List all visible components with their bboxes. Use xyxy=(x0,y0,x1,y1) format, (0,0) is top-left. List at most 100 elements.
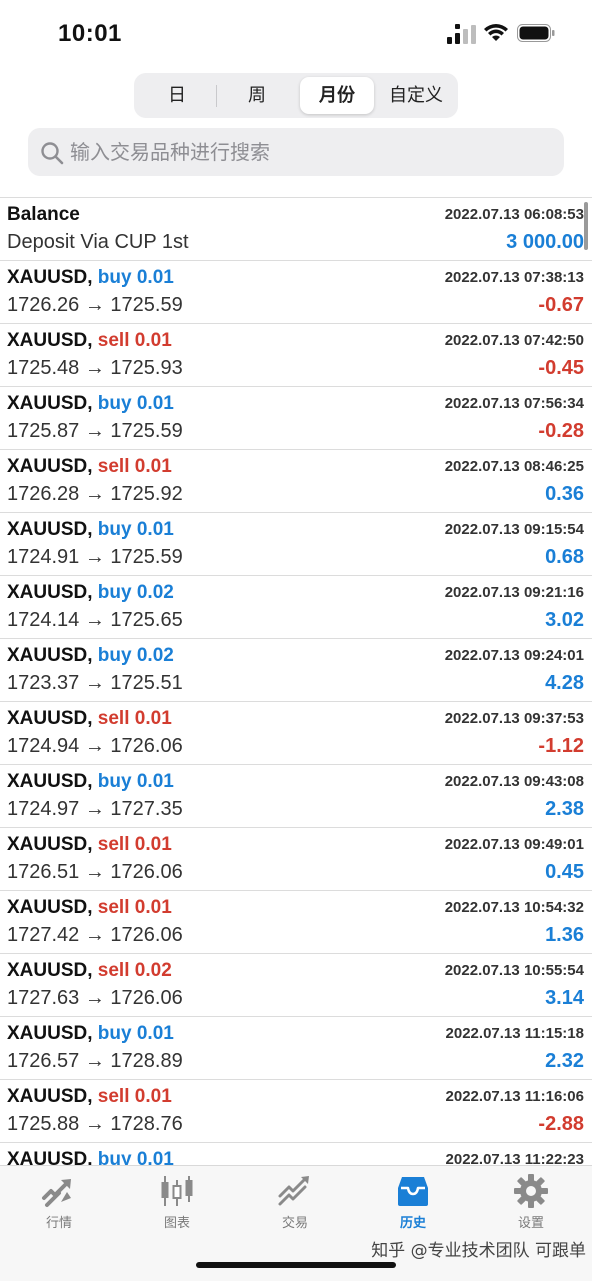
segment-custom[interactable]: 自定义 xyxy=(378,77,454,114)
status-bar: 10:01 xyxy=(0,0,592,66)
trade-prices: 1726.26 → 1725.59 xyxy=(7,294,183,317)
tab-chart[interactable]: 图表 xyxy=(118,1174,236,1234)
open-price: 1723.37 xyxy=(7,672,80,694)
trade-profit: 0.45 xyxy=(545,861,584,883)
trade-symbol: XAUUSD, xyxy=(7,708,93,729)
arrow-icon: → xyxy=(84,735,105,757)
trade-row[interactable]: XAUUSD, sell 0.01 1725.48 → 1725.93 2022.0… xyxy=(0,324,592,387)
trade-row[interactable]: XAUUSD, sell 0.01 1727.42 → 1726.06 2022.0… xyxy=(0,891,592,954)
trade-lots: 0.01 xyxy=(136,393,174,414)
arrow-icon: → xyxy=(84,987,105,1009)
close-price: 1725.59 xyxy=(110,420,183,442)
trade-datetime: 2022.07.13 09:21:16 xyxy=(444,584,584,601)
balance-datetime: 2022.07.13 06:08:53 xyxy=(444,206,584,223)
segment-week[interactable]: 周 xyxy=(217,77,297,114)
scrollbar[interactable] xyxy=(584,202,588,250)
close-price: 1726.06 xyxy=(110,735,183,757)
home-indicator[interactable] xyxy=(196,1262,396,1268)
arrow-icon: → xyxy=(84,420,105,442)
trade-side: sell xyxy=(97,1086,130,1107)
trade-side: sell xyxy=(97,708,130,729)
trade-profit: -0.28 xyxy=(538,420,584,442)
trade-prices: 1724.91 → 1725.59 xyxy=(7,546,183,569)
trade-profit: 4.28 xyxy=(545,672,584,694)
arrow-icon: → xyxy=(84,1113,105,1135)
close-price: 1725.51 xyxy=(110,672,183,694)
trade-profit: 2.32 xyxy=(545,1050,584,1072)
trade-profit: -2.88 xyxy=(538,1113,584,1135)
trade-lots: 0.01 xyxy=(134,1086,172,1107)
trade-profit: -1.12 xyxy=(538,735,584,757)
trade-row[interactable]: XAUUSD, buy 0.01 2022.07.13 11:22:23 xyxy=(0,1143,592,1166)
tab-settings[interactable]: 设置 xyxy=(472,1174,590,1234)
balance-description: Deposit Via CUP 1st xyxy=(7,231,189,253)
trade-row[interactable]: XAUUSD, buy 0.01 1724.97 → 1727.35 2022.07… xyxy=(0,765,592,828)
trade-row[interactable]: XAUUSD, buy 0.01 1725.87 → 1725.59 2022.07… xyxy=(0,387,592,450)
tab-history-label: 历史 xyxy=(399,1215,426,1230)
arrow-icon: → xyxy=(84,609,105,631)
trade-row[interactable]: XAUUSD, sell 0.01 1725.88 → 1728.76 2022.0… xyxy=(0,1080,592,1143)
status-time: 10:01 xyxy=(58,20,122,47)
trade-row[interactable]: XAUUSD, buy 0.01 1726.57 → 1728.89 2022.07… xyxy=(0,1017,592,1080)
close-price: 1726.06 xyxy=(110,861,183,883)
trade-datetime: 2022.07.13 11:16:06 xyxy=(445,1088,584,1105)
trade-datetime: 2022.07.13 07:42:50 xyxy=(444,332,584,349)
arrow-icon: → xyxy=(84,294,105,316)
trade-row[interactable]: XAUUSD, buy 0.02 1723.37 → 1725.51 2022.07… xyxy=(0,639,592,702)
trade-title: XAUUSD, buy 0.01 xyxy=(7,393,174,415)
trade-title: XAUUSD, buy 0.01 xyxy=(7,1149,174,1166)
trade-row[interactable]: XAUUSD, buy 0.02 1724.14 → 1725.65 2022.07… xyxy=(0,576,592,639)
tab-settings-label: 设置 xyxy=(517,1215,544,1230)
trade-prices: 1725.48 → 1725.93 xyxy=(7,357,183,380)
arrow-icon: → xyxy=(84,798,105,820)
trade-profit: 1.36 xyxy=(545,924,584,946)
trade-datetime: 2022.07.13 08:46:25 xyxy=(444,458,584,475)
tab-history[interactable]: 历史 xyxy=(354,1174,472,1234)
trade-lots: 0.01 xyxy=(136,771,174,792)
trade-prices: 1725.88 → 1728.76 xyxy=(7,1113,183,1136)
trade-row[interactable]: XAUUSD, sell 0.01 1726.51 → 1726.06 2022.0… xyxy=(0,828,592,891)
trade-row[interactable]: XAUUSD, buy 0.01 1726.26 → 1725.59 2022.07… xyxy=(0,261,592,324)
open-price: 1724.94 xyxy=(7,735,80,757)
trade-title: XAUUSD, buy 0.01 xyxy=(7,519,174,541)
trade-title: XAUUSD, buy 0.02 xyxy=(7,645,174,667)
search-input[interactable] xyxy=(68,134,552,172)
open-price: 1725.87 xyxy=(7,420,80,442)
trade-title: XAUUSD, sell 0.01 xyxy=(7,330,172,352)
trade-profit: 3.02 xyxy=(545,609,584,631)
tab-quotes[interactable]: 行情 xyxy=(0,1174,118,1234)
trade-side: sell xyxy=(97,456,130,477)
trade-side: sell xyxy=(97,897,130,918)
trade-title: XAUUSD, sell 0.01 xyxy=(7,834,172,856)
segment-month[interactable]: 月份 xyxy=(300,77,374,114)
open-price: 1727.42 xyxy=(7,924,80,946)
trade-row[interactable]: XAUUSD, sell 0.01 1724.94 → 1726.06 2022.0… xyxy=(0,702,592,765)
trade-profit: 2.38 xyxy=(545,798,584,820)
close-price: 1725.92 xyxy=(110,483,183,505)
open-price: 1724.91 xyxy=(7,546,80,568)
balance-amount: 3 000.00 xyxy=(506,231,584,253)
tab-trade[interactable]: 交易 xyxy=(236,1174,354,1234)
settings-icon xyxy=(514,1174,548,1208)
trade-profit: 0.68 xyxy=(545,546,584,568)
trade-title: XAUUSD, sell 0.01 xyxy=(7,1086,172,1108)
trade-row[interactable]: XAUUSD, buy 0.01 1724.91 → 1725.59 2022.07… xyxy=(0,513,592,576)
trade-side: sell xyxy=(97,834,130,855)
trade-side: buy xyxy=(97,1023,132,1044)
trade-datetime: 2022.07.13 09:24:01 xyxy=(444,647,584,664)
segment-day[interactable]: 日 xyxy=(138,77,216,114)
close-price: 1725.93 xyxy=(110,357,183,379)
close-price: 1725.59 xyxy=(110,546,183,568)
open-price: 1725.48 xyxy=(7,357,80,379)
history-list[interactable]: Balance Deposit Via CUP 1st 2022.07.13 0… xyxy=(0,197,592,1166)
trade-profit: -0.67 xyxy=(538,294,584,316)
trade-prices: 1727.42 → 1726.06 xyxy=(7,924,183,947)
trade-row[interactable]: XAUUSD, sell 0.02 1727.63 → 1726.06 2022.0… xyxy=(0,954,592,1017)
trade-title: XAUUSD, sell 0.01 xyxy=(7,897,172,919)
wifi-icon xyxy=(484,24,508,41)
balance-row[interactable]: Balance Deposit Via CUP 1st 2022.07.13 0… xyxy=(0,198,592,261)
search-icon xyxy=(41,142,64,165)
open-price: 1726.57 xyxy=(7,1050,80,1072)
trade-row[interactable]: XAUUSD, sell 0.01 1726.28 → 1725.92 2022.0… xyxy=(0,450,592,513)
trade-datetime: 2022.07.13 09:43:08 xyxy=(444,773,584,790)
